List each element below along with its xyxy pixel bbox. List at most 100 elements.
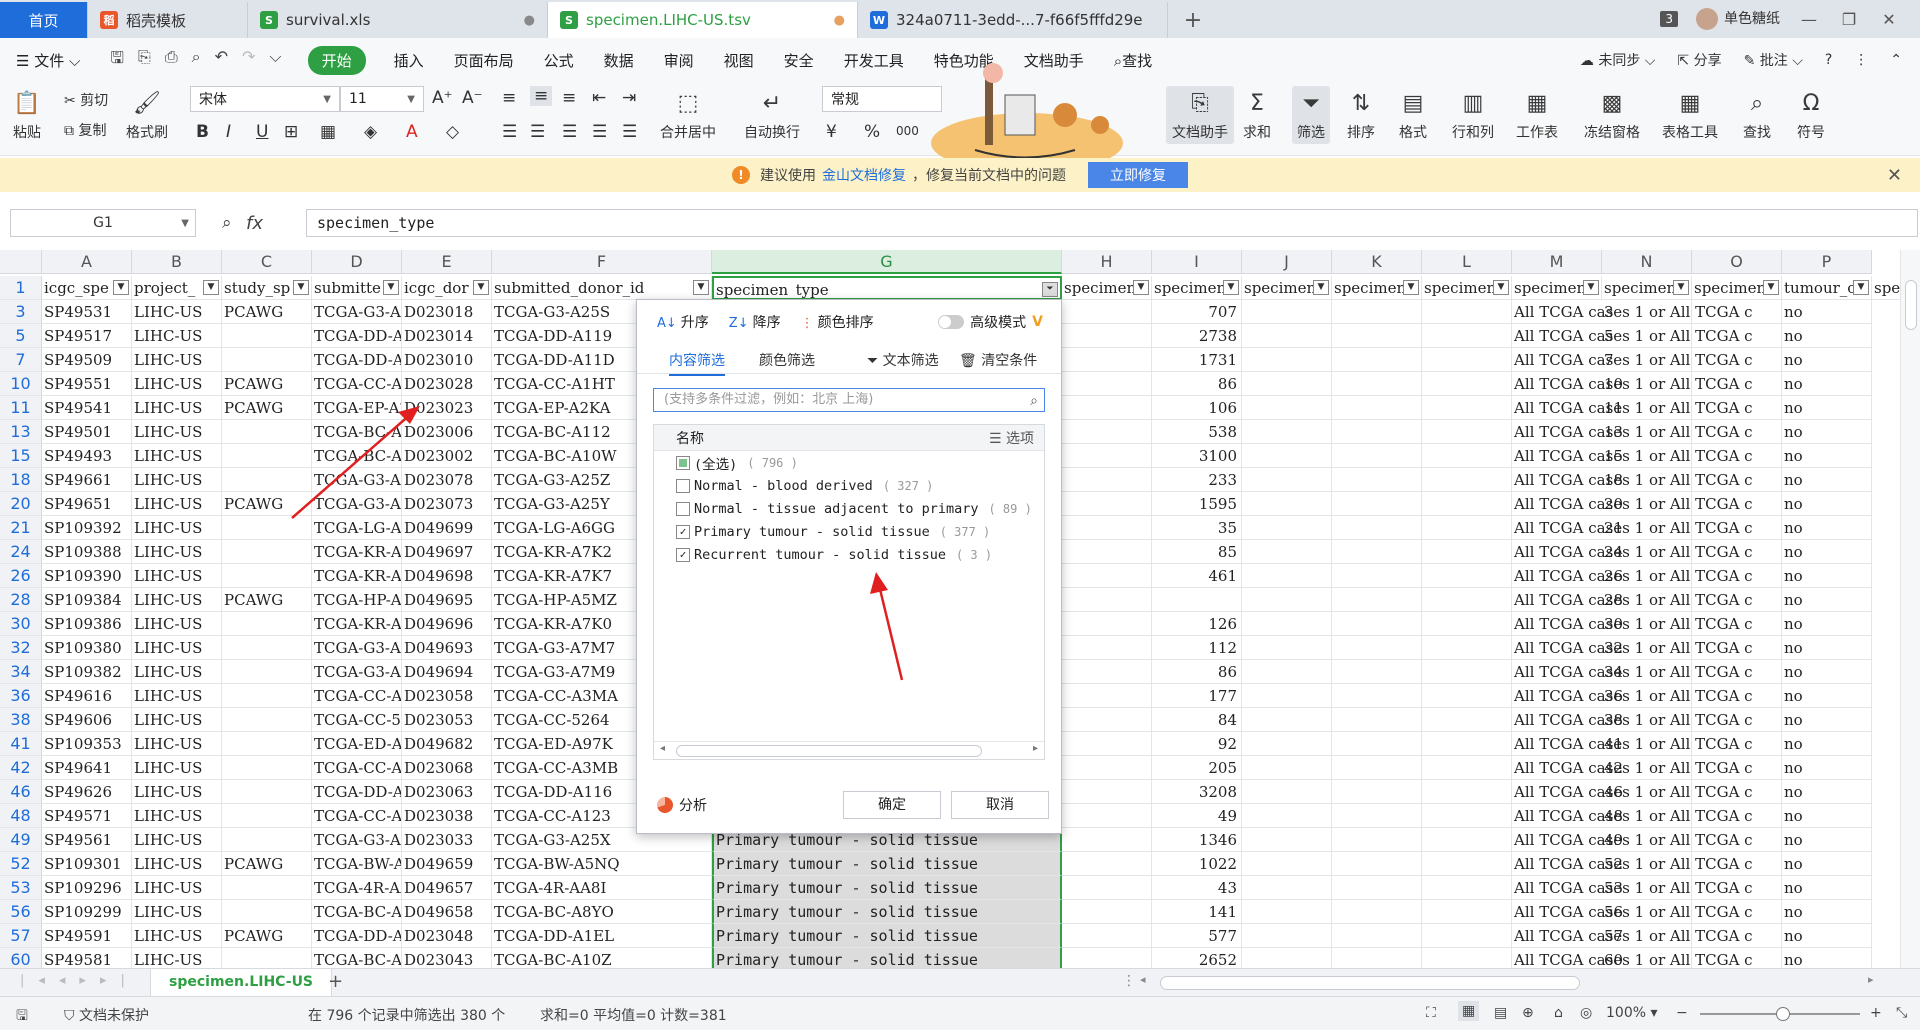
cell-d[interactable]: TCGA-4R-AA	[312, 876, 402, 900]
column-header-f[interactable]: F	[492, 250, 712, 274]
cell-d[interactable]: TCGA-CC-A3	[312, 756, 402, 780]
cell-d[interactable]: TCGA-CC-A1	[312, 804, 402, 828]
column-header-n[interactable]: N	[1602, 250, 1692, 274]
cell-d[interactable]: TCGA-G3-A2	[312, 492, 402, 516]
find-button[interactable]: ⌕ 查找	[1742, 88, 1772, 142]
cell-a[interactable]: SP109380	[42, 636, 132, 660]
tab-home[interactable]: 首页	[0, 2, 88, 38]
cell-p[interactable]: no	[1782, 636, 1872, 660]
cell-j[interactable]	[1242, 780, 1332, 804]
menu-security[interactable]: 安全	[784, 50, 814, 71]
cell-l[interactable]	[1422, 804, 1512, 828]
cell-d[interactable]: TCGA-BC-A1	[312, 948, 402, 968]
cell-e[interactable]: D023073	[402, 492, 492, 516]
filter-dropdown-icon[interactable]: ▼	[383, 280, 399, 295]
cell-l[interactable]	[1422, 636, 1512, 660]
cell-d[interactable]: TCGA-EP-A2	[312, 396, 402, 420]
cell-a[interactable]: SP109299	[42, 900, 132, 924]
cell-j[interactable]	[1242, 516, 1332, 540]
cell-l[interactable]	[1422, 300, 1512, 324]
cell-m[interactable]: All TCGA cases 1 or All TCGA c	[1512, 492, 1782, 516]
cell-l[interactable]	[1422, 708, 1512, 732]
cell-j[interactable]	[1242, 900, 1332, 924]
cell-a[interactable]: SP109301	[42, 852, 132, 876]
cell-k[interactable]	[1332, 780, 1422, 804]
cell-a[interactable]: SP49509	[42, 348, 132, 372]
cell-e[interactable]: D023053	[402, 708, 492, 732]
cell-j[interactable]	[1242, 708, 1332, 732]
cell-g[interactable]: Primary tumour - solid tissue	[712, 852, 1062, 876]
cell-k[interactable]	[1332, 396, 1422, 420]
cell-i[interactable]: 43	[1152, 876, 1242, 900]
select-all-corner[interactable]	[0, 250, 42, 274]
cell-d[interactable]: TCGA-KR-A7	[312, 612, 402, 636]
cell-c[interactable]	[222, 612, 312, 636]
column-header-d[interactable]: D	[312, 250, 402, 274]
cell-b[interactable]: LIHC-US	[132, 924, 222, 948]
cell-c[interactable]	[222, 900, 312, 924]
rowcol-button[interactable]: ▥ 行和列	[1452, 88, 1494, 142]
cell-b[interactable]: LIHC-US	[132, 492, 222, 516]
cell-b[interactable]: LIHC-US	[132, 828, 222, 852]
row-header[interactable]: 26	[0, 564, 42, 588]
cell-b[interactable]: LIHC-US	[132, 444, 222, 468]
cell-h[interactable]	[1062, 372, 1152, 396]
cell-d[interactable]: TCGA-BC-A1	[312, 444, 402, 468]
cell-k[interactable]	[1332, 324, 1422, 348]
cell-c[interactable]: PCAWG	[222, 588, 312, 612]
cell-j[interactable]	[1242, 636, 1332, 660]
filter-dropdown-icon[interactable]: ▼	[203, 280, 219, 295]
currency-icon[interactable]: ¥	[826, 122, 837, 142]
cell-c[interactable]: PCAWG	[222, 924, 312, 948]
cell-m[interactable]: All TCGA cases 1 or All TCGA c	[1512, 660, 1782, 684]
scroll-thumb[interactable]	[1905, 280, 1917, 330]
cell-m[interactable]: All TCGA cases 1 or All TCGA c	[1512, 540, 1782, 564]
cell-a[interactable]: SP49616	[42, 684, 132, 708]
header-cell-b[interactable]: project_ ▼	[132, 276, 222, 300]
row-header[interactable]: 48	[0, 804, 42, 828]
worksheet-button[interactable]: ▦ 工作表	[1516, 88, 1558, 142]
cell-i[interactable]: 707	[1152, 300, 1242, 324]
cell-c[interactable]	[222, 420, 312, 444]
cell-j[interactable]	[1242, 876, 1332, 900]
sum-button[interactable]: Σ 求和	[1242, 88, 1272, 142]
italic-icon[interactable]: I	[226, 122, 231, 142]
close-icon[interactable]: ●	[524, 13, 535, 28]
cell-c[interactable]	[222, 876, 312, 900]
row-header[interactable]: 53	[0, 876, 42, 900]
cell-j[interactable]	[1242, 732, 1332, 756]
cell-e[interactable]: D023058	[402, 684, 492, 708]
cell-e[interactable]: D023043	[402, 948, 492, 968]
cell-h[interactable]	[1062, 804, 1152, 828]
cell-l[interactable]	[1422, 948, 1512, 968]
cell-b[interactable]: LIHC-US	[132, 684, 222, 708]
cell-k[interactable]	[1332, 372, 1422, 396]
sort-desc-button[interactable]: Z↓ 降序	[729, 312, 781, 332]
cell-h[interactable]	[1062, 684, 1152, 708]
cell-i[interactable]: 84	[1152, 708, 1242, 732]
list-hscroll[interactable]: ◂ ▸	[654, 741, 1044, 759]
cell-h[interactable]	[1062, 468, 1152, 492]
checkbox[interactable]: ✓	[676, 524, 690, 539]
cell-c[interactable]	[222, 780, 312, 804]
share-button[interactable]: ⇱ 分享	[1677, 50, 1721, 70]
cell-b[interactable]: LIHC-US	[132, 300, 222, 324]
cell-i[interactable]: 3100	[1152, 444, 1242, 468]
cell-i[interactable]: 35	[1152, 516, 1242, 540]
cell-j[interactable]	[1242, 756, 1332, 780]
cell-m[interactable]: All TCGA cases 1 or All TCGA c	[1512, 684, 1782, 708]
cell-a[interactable]: SP49561	[42, 828, 132, 852]
scroll-right-icon[interactable]: ▸	[1868, 973, 1874, 986]
cell-c[interactable]	[222, 468, 312, 492]
cell-b[interactable]: LIHC-US	[132, 396, 222, 420]
cell-d[interactable]: TCGA-G3-A7	[312, 660, 402, 684]
cell-m[interactable]: All TCGA cases 1 or All TCGA c	[1512, 780, 1782, 804]
cell-style-icon[interactable]: ▦	[320, 122, 336, 142]
cell-b[interactable]: LIHC-US	[132, 612, 222, 636]
cell-b[interactable]: LIHC-US	[132, 468, 222, 492]
cell-l[interactable]	[1422, 372, 1512, 396]
tab-color-filter[interactable]: 颜色筛选	[759, 350, 815, 370]
percent-icon[interactable]: %	[864, 122, 880, 142]
row-header[interactable]: 7	[0, 348, 42, 372]
cell-p[interactable]: no	[1782, 708, 1872, 732]
